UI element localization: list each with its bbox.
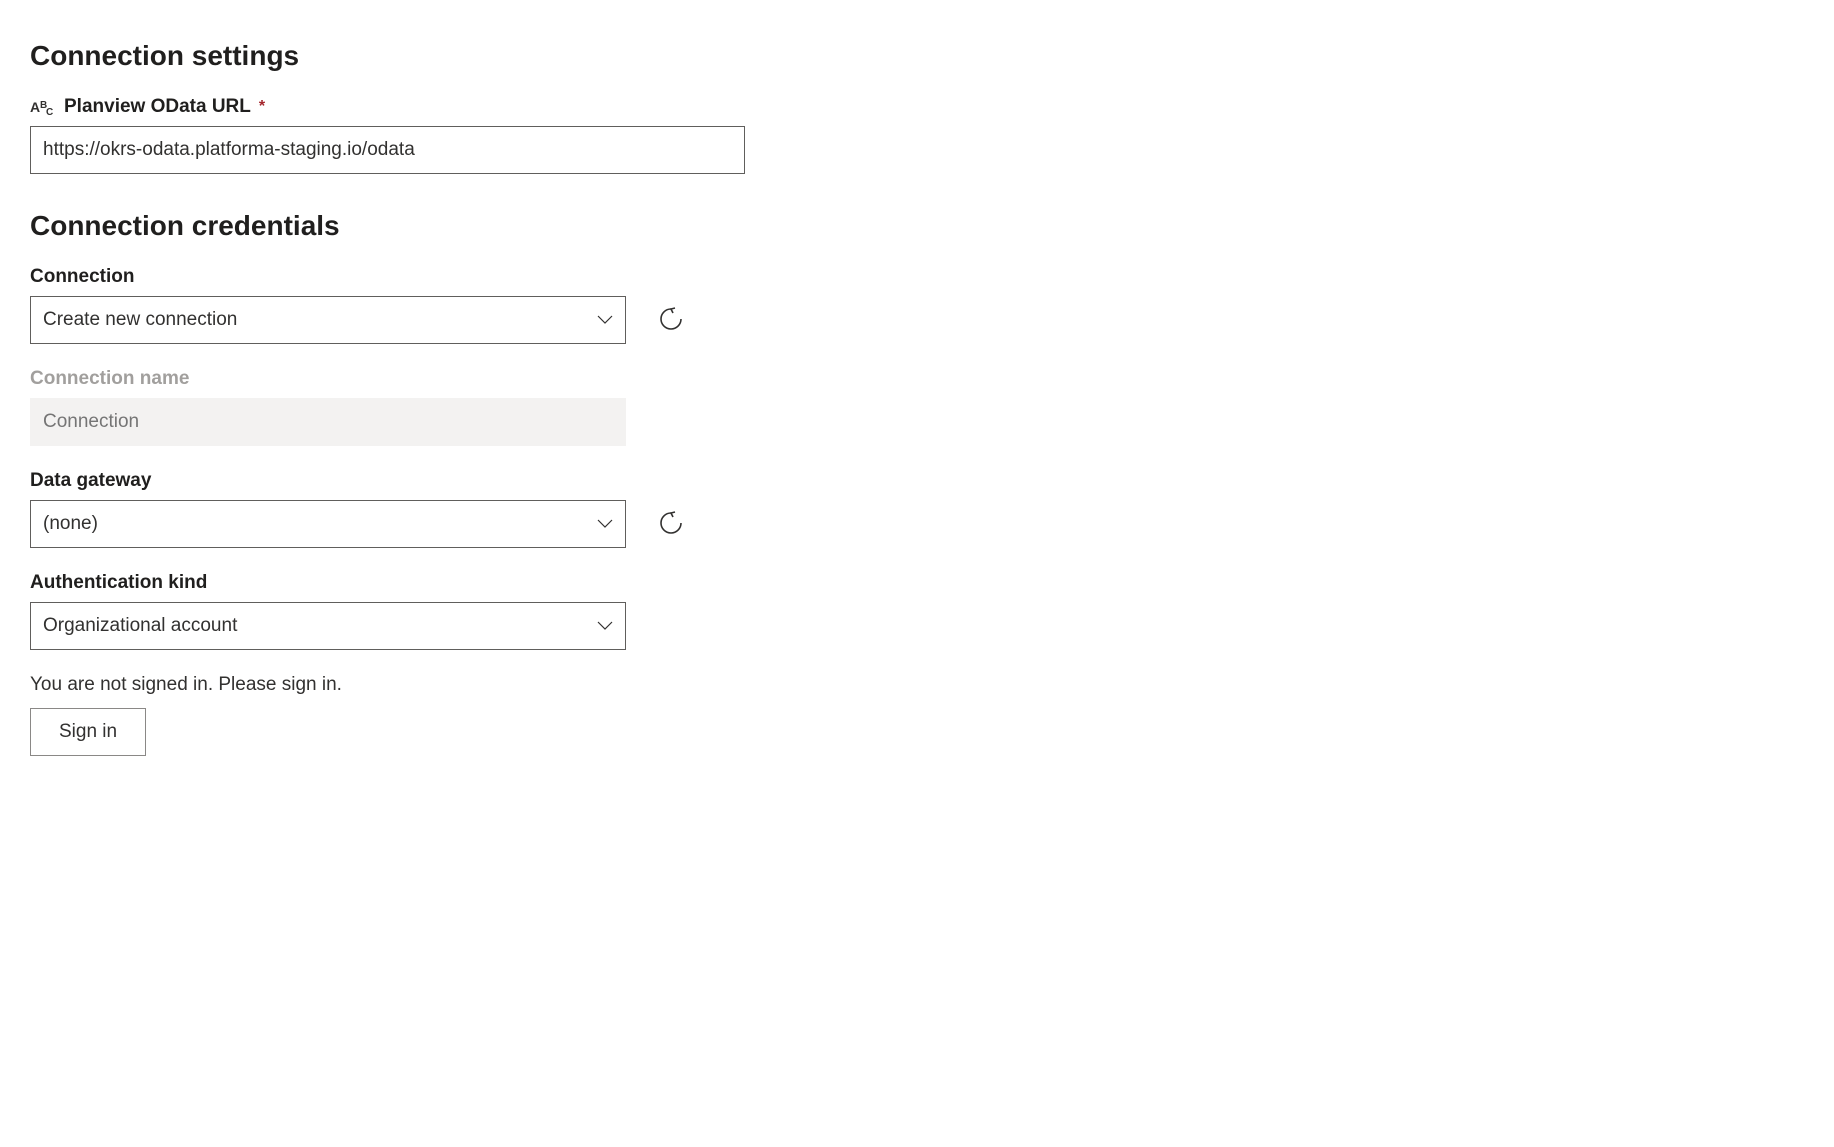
auth-label-row: Authentication kind [30, 572, 1804, 594]
gateway-refresh-button[interactable] [656, 509, 686, 539]
connection-label: Connection [30, 266, 135, 288]
connection-field-group: Connection Create new connection [30, 266, 1804, 344]
signin-group: You are not signed in. Please sign in. S… [30, 674, 1804, 756]
gateway-label-row: Data gateway [30, 470, 1804, 492]
connection-credentials-heading: Connection credentials [30, 210, 1804, 242]
url-label: Planview OData URL [64, 96, 251, 118]
chevron-down-icon [597, 621, 613, 631]
gateway-label: Data gateway [30, 470, 151, 492]
required-asterisk: * [259, 98, 265, 116]
chevron-down-icon [597, 519, 613, 529]
connection-refresh-button[interactable] [656, 305, 686, 335]
connection-dropdown-value: Create new connection [43, 309, 237, 331]
connection-label-row: Connection [30, 266, 1804, 288]
gateway-dropdown-value: (none) [43, 513, 98, 535]
gateway-dropdown[interactable]: (none) [30, 500, 626, 548]
url-input[interactable] [30, 126, 745, 174]
text-type-icon: A B C [30, 97, 56, 117]
signin-message: You are not signed in. Please sign in. [30, 674, 1804, 696]
auth-dropdown[interactable]: Organizational account [30, 602, 626, 650]
refresh-icon [658, 306, 684, 335]
signin-button[interactable]: Sign in [30, 708, 146, 756]
connection-settings-heading: Connection settings [30, 40, 1804, 72]
auth-dropdown-value: Organizational account [43, 615, 237, 637]
connection-name-input [30, 398, 626, 446]
refresh-icon [658, 510, 684, 539]
auth-label: Authentication kind [30, 572, 207, 594]
connection-credentials-section: Connection credentials Connection Create… [30, 210, 1804, 756]
connection-name-label: Connection name [30, 368, 189, 390]
svg-text:A: A [30, 99, 40, 115]
connection-dropdown-row: Create new connection [30, 296, 1804, 344]
connection-settings-section: Connection settings A B C Planview OData… [30, 40, 1804, 174]
auth-field-group: Authentication kind Organizational accou… [30, 572, 1804, 650]
chevron-down-icon [597, 315, 613, 325]
url-field-group: A B C Planview OData URL * [30, 96, 1804, 174]
connection-name-field-group: Connection name [30, 368, 1804, 446]
connection-dropdown[interactable]: Create new connection [30, 296, 626, 344]
gateway-field-group: Data gateway (none) [30, 470, 1804, 548]
connection-name-label-row: Connection name [30, 368, 1804, 390]
url-label-row: A B C Planview OData URL * [30, 96, 1804, 118]
svg-text:C: C [46, 107, 53, 116]
gateway-dropdown-row: (none) [30, 500, 1804, 548]
